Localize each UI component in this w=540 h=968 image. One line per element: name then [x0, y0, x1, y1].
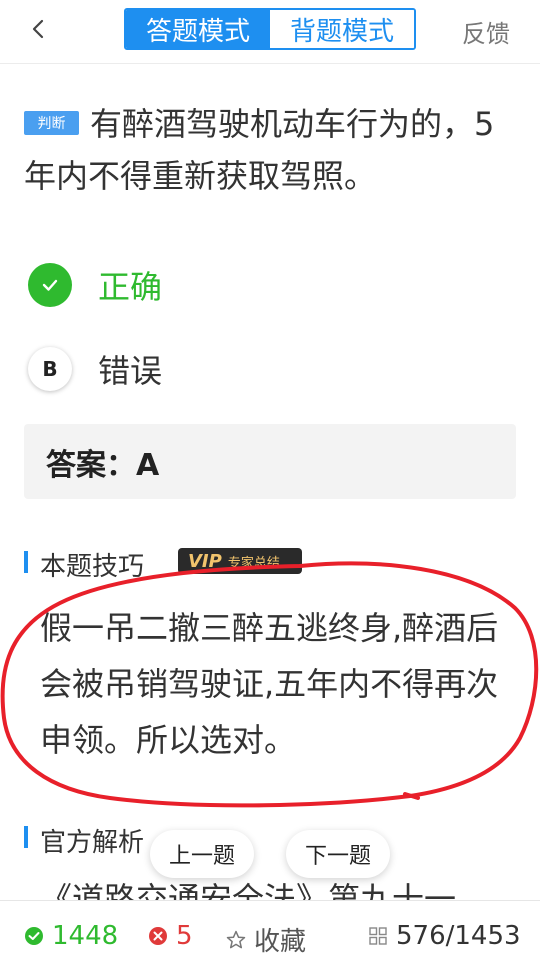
- back-button[interactable]: [24, 14, 54, 44]
- skill-text: 假一吊二撤三醉五逃终身,醉酒后会被吊销驾驶证,五年内不得再次申领。所以选对。: [40, 609, 499, 759]
- tab-answer-mode[interactable]: 答题模式: [126, 10, 270, 48]
- wrong-count-value: 5: [176, 921, 193, 951]
- tab-recite-mode[interactable]: 背题模式: [270, 10, 414, 48]
- right-count[interactable]: 1448: [24, 921, 118, 951]
- vip-text: 专家总结: [227, 555, 280, 571]
- option-b[interactable]: B 错误: [28, 346, 162, 392]
- answer-text: 答案：A: [46, 447, 160, 483]
- progress-indicator[interactable]: 576/1453: [368, 921, 521, 951]
- section-marker: [24, 826, 28, 848]
- official-section-title: 官方解析: [40, 828, 145, 858]
- progress-value: 576/1453: [396, 921, 521, 951]
- option-b-marker: B: [28, 347, 72, 391]
- wrong-count[interactable]: 5: [148, 921, 193, 951]
- skill-section-title: 本题技巧: [40, 552, 145, 582]
- bottom-bar: 1448 5 收藏 576/1453: [0, 900, 540, 968]
- mode-toggle: 答题模式 背题模式: [124, 8, 416, 50]
- next-question-button[interactable]: 下一题: [286, 830, 390, 878]
- collect-label: 收藏: [254, 927, 307, 957]
- check-circle-icon: [25, 927, 43, 945]
- x-circle-icon: [149, 927, 167, 945]
- feedback-button[interactable]: 反馈: [462, 14, 510, 49]
- prev-question-button[interactable]: 上一题: [150, 830, 254, 878]
- question-type-badge: 判断: [24, 111, 79, 135]
- vip-logo: VIP: [188, 550, 222, 572]
- star-icon: [226, 930, 246, 948]
- check-icon: [28, 263, 72, 307]
- question-text: 有醉酒驾驶机动车行为的，5年内不得重新获取驾照。: [24, 105, 495, 195]
- top-bar: 答题模式 背题模式 反馈: [0, 0, 540, 64]
- grid-icon: [369, 927, 387, 945]
- section-marker: [24, 551, 28, 573]
- right-count-value: 1448: [52, 921, 119, 951]
- collect-button[interactable]: 收藏: [226, 921, 306, 958]
- option-a-label: 正确: [98, 268, 163, 306]
- option-a[interactable]: 正确: [28, 262, 162, 308]
- answer-box: 答案：A: [24, 424, 516, 499]
- chevron-left-icon: [32, 19, 44, 39]
- vip-badge: VIP 专家总结: [178, 548, 302, 574]
- option-b-label: 错误: [98, 352, 163, 390]
